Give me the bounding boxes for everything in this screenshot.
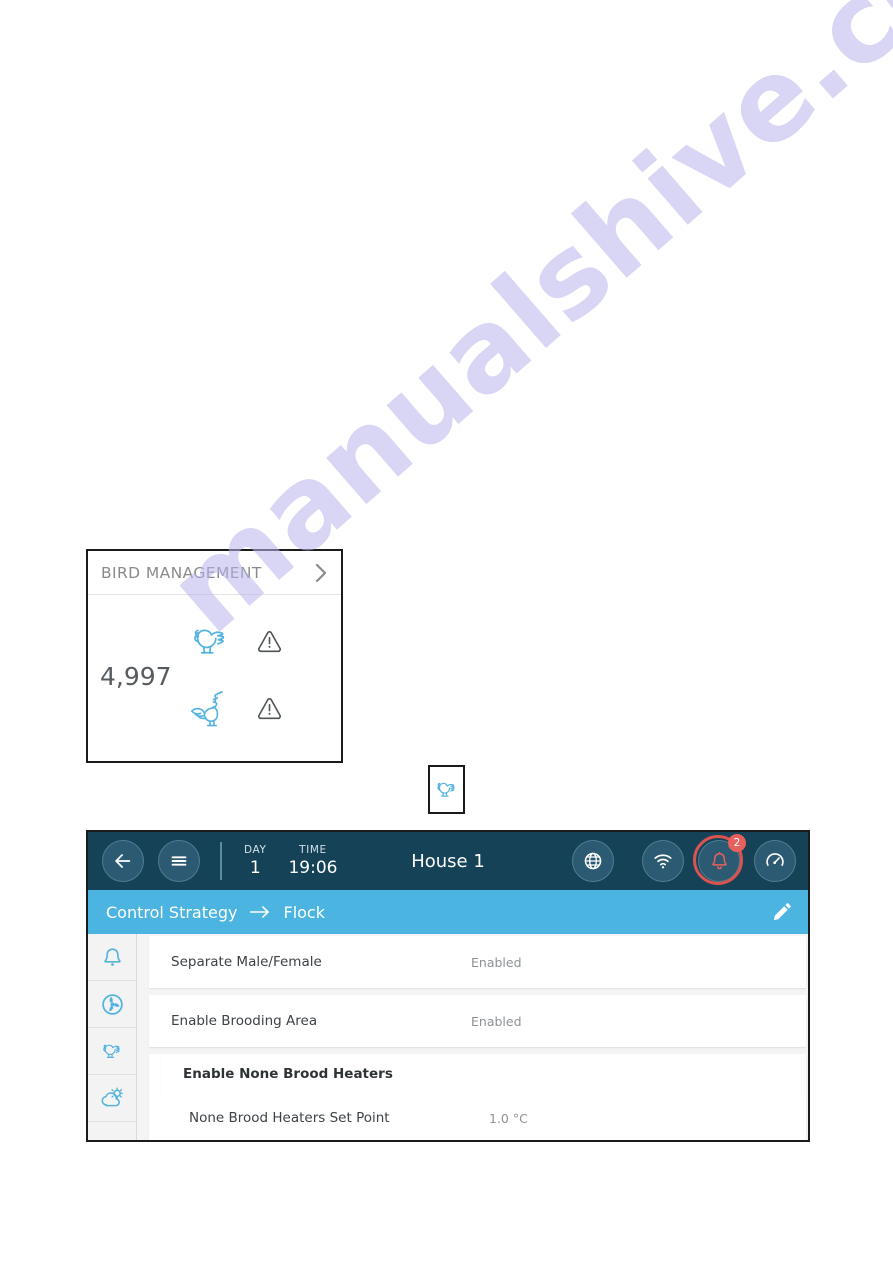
gauge-button[interactable]	[754, 840, 796, 882]
time-block: TIME 19:06	[288, 843, 337, 879]
bird-row-male	[188, 675, 338, 742]
bird-management-body: 4,997	[88, 595, 341, 762]
day-block: DAY 1	[244, 843, 266, 879]
pencil-edit-icon[interactable]	[770, 900, 794, 924]
hen-icon	[194, 629, 225, 654]
bird-management-card[interactable]: BIRD MANAGEMENT 4,997	[86, 549, 343, 763]
setting-group-header: Enable None Brood Heaters	[161, 1054, 804, 1094]
setting-label: None Brood Heaters Set Point	[189, 1110, 390, 1126]
device-screenshot: House 1 DAY 1 TIME 19:06 2 Control Strat…	[86, 830, 810, 1142]
device-body: Separate Male/Female Enabled Enable Broo…	[88, 934, 808, 1140]
wifi-icon	[654, 854, 672, 869]
back-arrow-icon	[115, 854, 131, 868]
setting-row[interactable]: Separate Male/Female Enabled	[149, 936, 806, 988]
weather-icon	[101, 1087, 123, 1107]
setting-value: Enabled	[471, 1013, 522, 1029]
alarm-count-badge: 2	[728, 834, 746, 852]
day-time-group: DAY 1 TIME 19:06	[244, 843, 337, 879]
gauge-icon	[766, 853, 784, 866]
bell-icon	[103, 947, 121, 966]
setting-label: Separate Male/Female	[171, 954, 322, 970]
device-topbar: House 1 DAY 1 TIME 19:06 2	[88, 832, 808, 890]
warning-triangle-icon	[257, 630, 282, 653]
bird-management-header[interactable]: BIRD MANAGEMENT	[88, 551, 341, 595]
setting-group-title: Enable None Brood Heaters	[183, 1066, 393, 1082]
chevron-right-icon[interactable]	[314, 562, 329, 584]
sidebar-item-alarms[interactable]	[88, 934, 136, 981]
fan-icon	[101, 993, 123, 1015]
warning-triangle-icon	[257, 697, 282, 720]
back-button[interactable]	[102, 840, 144, 882]
topbar-divider	[220, 842, 222, 880]
rooster-icon	[191, 690, 223, 726]
breadcrumb-parent[interactable]: Control Strategy	[106, 903, 237, 922]
time-value: 19:06	[288, 858, 338, 878]
setting-value: 1.0 °C	[489, 1110, 528, 1126]
topbar-actions: 2	[572, 834, 796, 885]
alarm-button[interactable]: 2	[693, 834, 746, 885]
setting-value: Enabled	[471, 954, 522, 970]
setting-label: Enable Brooding Area	[171, 1013, 318, 1029]
setting-row[interactable]: None Brood Heaters Set Point 1.0 °C	[161, 1094, 804, 1140]
setting-row[interactable]: Enable Brooding Area Enabled	[149, 995, 806, 1047]
sidebar-item-ventilation[interactable]	[88, 981, 136, 1028]
bird-row-female	[188, 608, 338, 675]
bird-count: 4,997	[100, 662, 172, 691]
bird-icon-rows	[188, 608, 338, 742]
sidebar-item-weather[interactable]	[88, 1075, 136, 1122]
network-button[interactable]	[572, 840, 614, 882]
day-value: 1	[249, 858, 261, 878]
menu-button[interactable]	[158, 840, 200, 882]
setting-group: Enable None Brood Heaters None Brood Hea…	[149, 1054, 806, 1140]
hamburger-menu-icon	[171, 856, 187, 866]
settings-list: Separate Male/Female Enabled Enable Broo…	[137, 934, 808, 1140]
globe-icon	[584, 852, 602, 870]
breadcrumb-current: Flock	[283, 902, 325, 922]
day-label: DAY	[244, 844, 267, 856]
time-label: TIME	[299, 844, 327, 856]
wifi-button[interactable]	[642, 840, 684, 882]
sidebar-item-bird[interactable]	[88, 1028, 136, 1075]
bird-management-title: BIRD MANAGEMENT	[101, 563, 262, 582]
arrow-right-icon	[250, 906, 270, 918]
hen-icon	[102, 1044, 120, 1058]
device-sidebar	[88, 934, 137, 1140]
hen-icon-chip[interactable]	[428, 765, 465, 814]
breadcrumb: Control Strategy Flock	[88, 890, 808, 934]
hen-icon	[436, 782, 455, 797]
